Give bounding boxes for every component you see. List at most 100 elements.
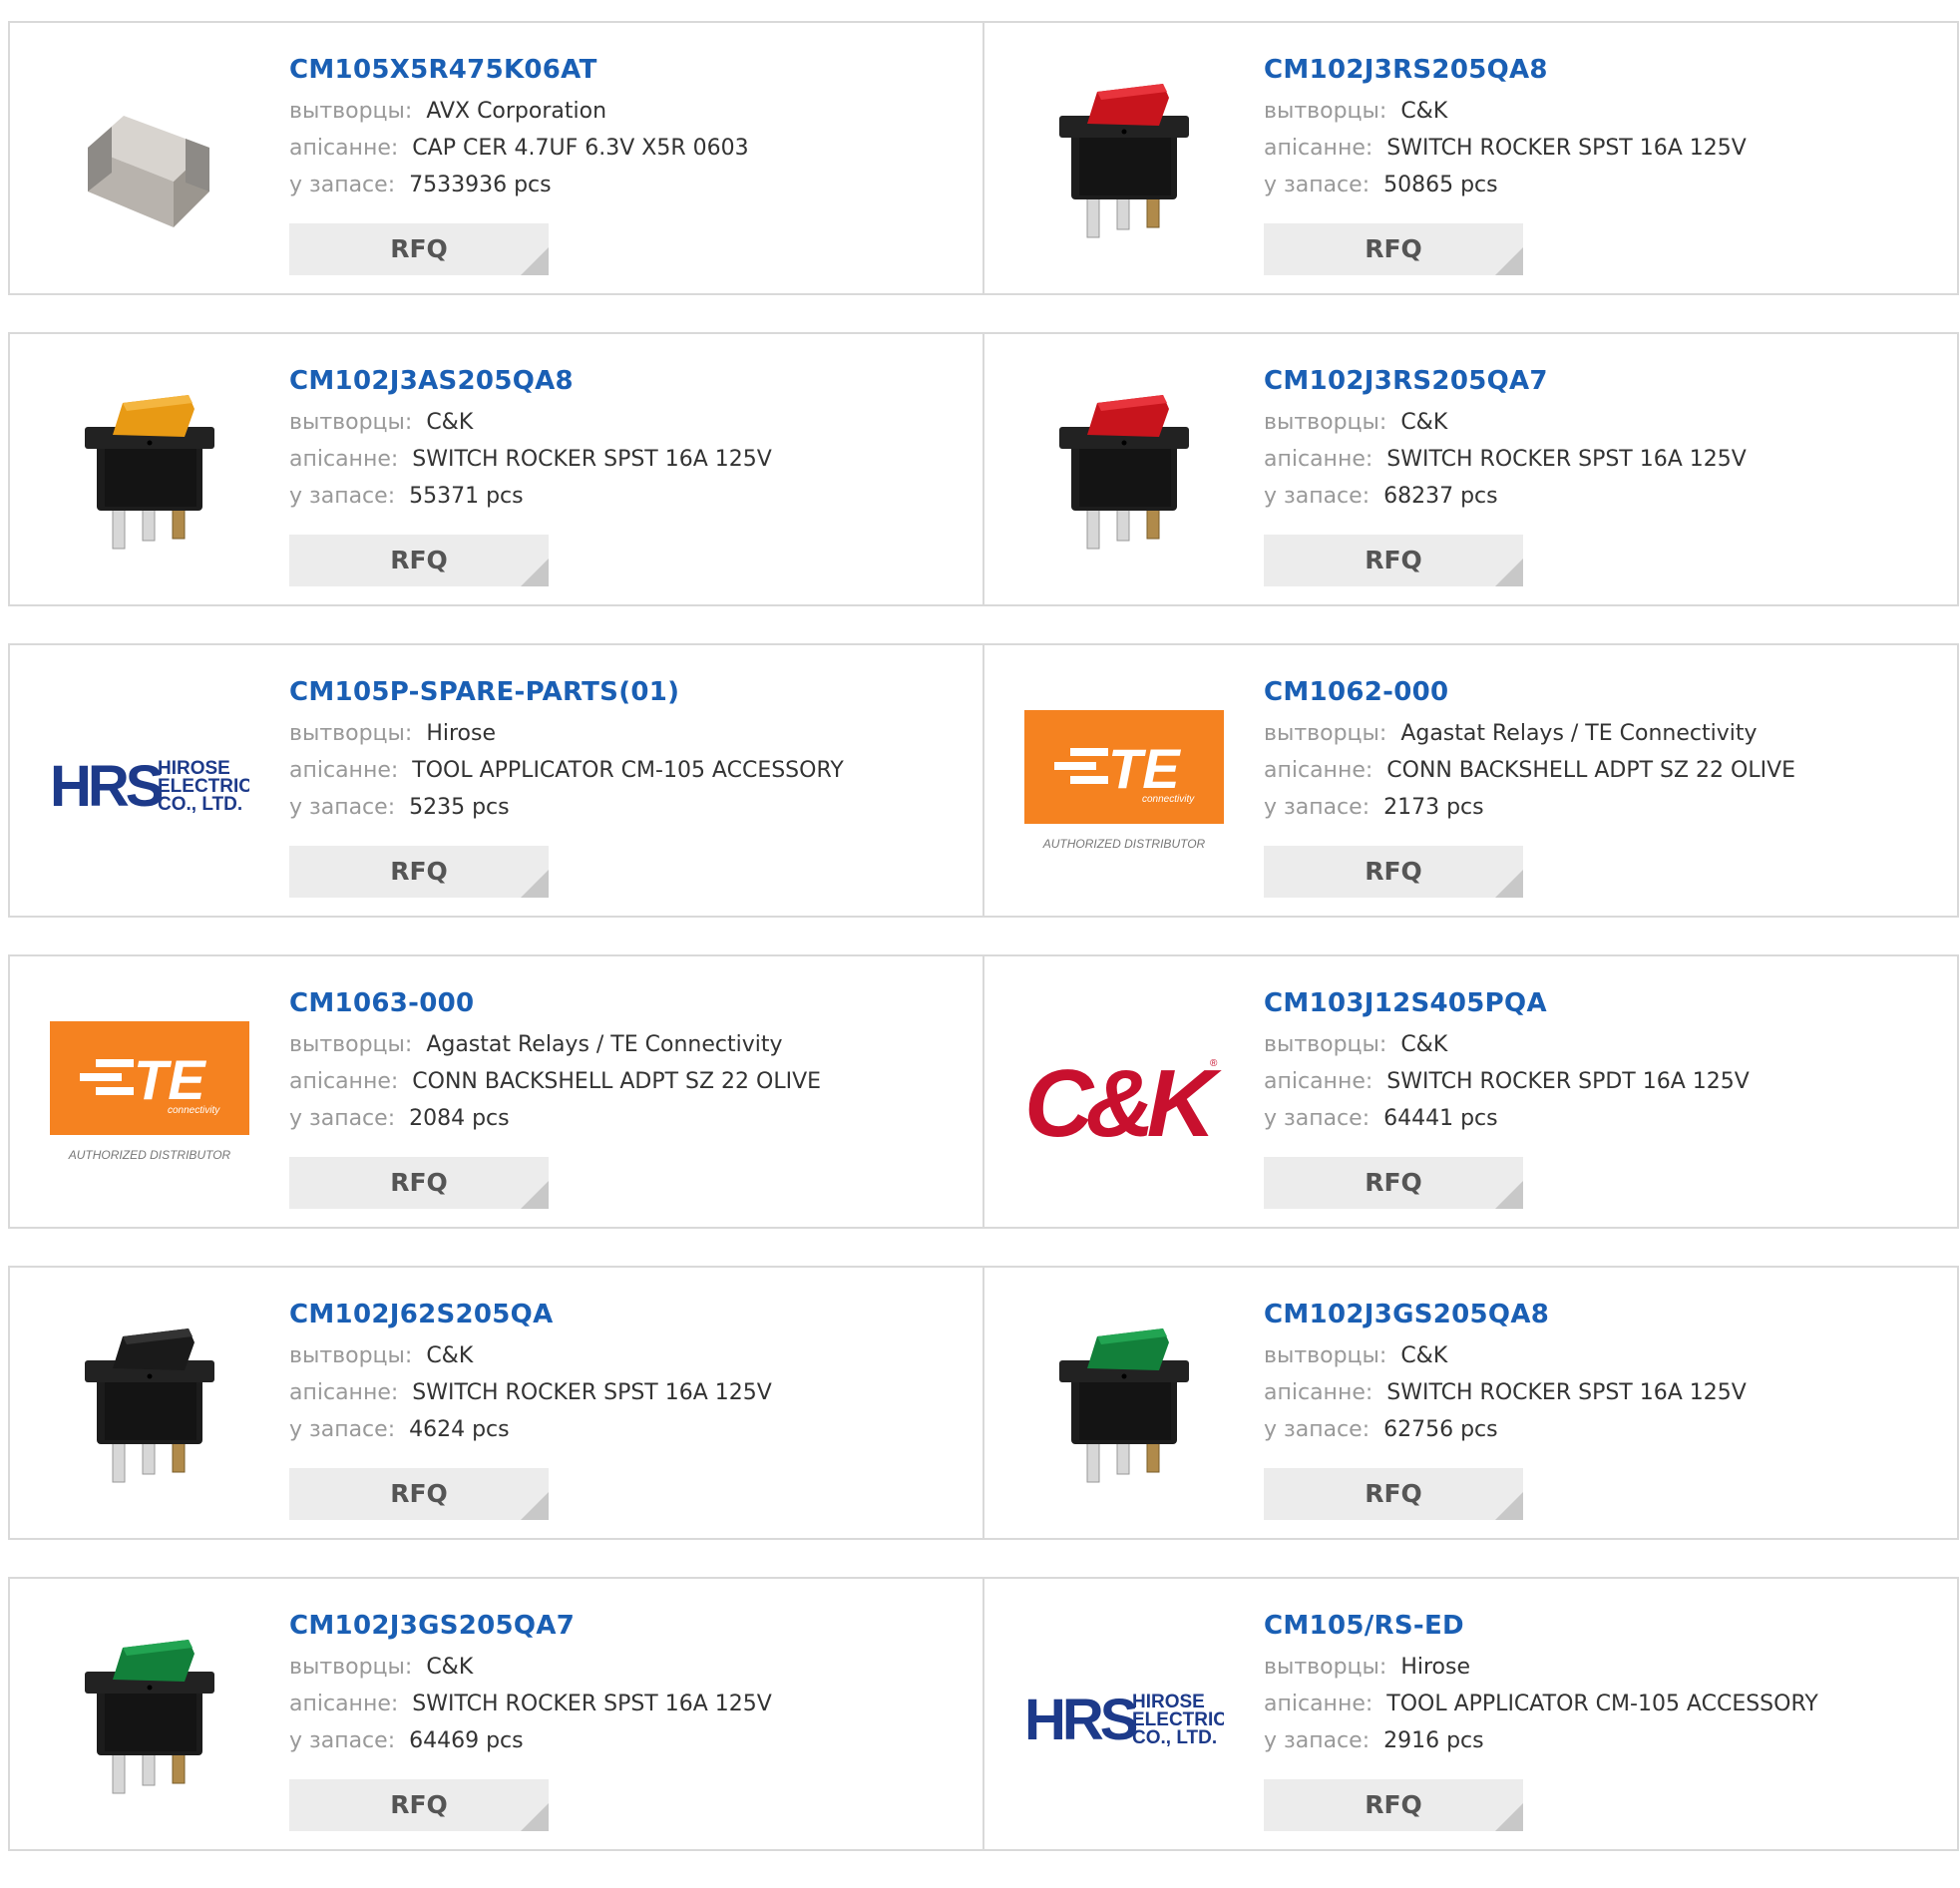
stock-value: 64441 pcs	[1383, 1106, 1498, 1131]
manufacturer-row: вытворцы: Hirose	[1264, 1649, 1947, 1686]
rfq-button[interactable]: RFQ	[289, 846, 549, 898]
stock-label: у запасе:	[1264, 173, 1371, 197]
description-label: апісанне:	[1264, 1069, 1373, 1094]
rfq-button[interactable]: RFQ	[1264, 846, 1523, 898]
black-switch-image[interactable]	[50, 1308, 249, 1507]
product-row: HRS HIROSE ELECTRIC CO., LTD. CM105P-SPARE-…	[8, 643, 1960, 918]
rfq-label: RFQ	[1365, 1168, 1422, 1197]
manufacturer-row: вытворцы: Agastat Relays / TE Connectivit…	[1264, 715, 1947, 752]
part-number-link[interactable]: CM105/RS-ED	[1264, 1609, 1947, 1643]
stock-value: 4624 pcs	[409, 1417, 510, 1442]
rfq-button[interactable]: RFQ	[289, 223, 549, 275]
ck-logo[interactable]: C&K ®	[1024, 996, 1224, 1196]
stock-value: 5235 pcs	[409, 795, 510, 820]
manufacturer-value: AVX Corporation	[426, 99, 607, 124]
part-number-link[interactable]: CM105X5R475K06AT	[289, 53, 973, 87]
stock-label: у запасе:	[1264, 1728, 1371, 1753]
description-value: CONN BACKSHELL ADPT SZ 22 OLIVE	[1386, 758, 1796, 783]
manufacturer-row: вытворцы: C&K	[1264, 404, 1947, 441]
svg-text:AUTHORIZED DISTRIBUTOR: AUTHORIZED DISTRIBUTOR	[1042, 837, 1206, 851]
hirose-logo[interactable]: HRS HIROSE ELECTRIC CO., LTD.	[50, 685, 249, 885]
stock-label: у запасе:	[289, 1728, 396, 1753]
rfq-button[interactable]: RFQ	[289, 535, 549, 586]
manufacturer-label: вытворцы:	[289, 1343, 413, 1368]
amber-switch-image[interactable]	[50, 374, 249, 573]
red-switch-image[interactable]	[1024, 374, 1224, 573]
stock-value: 68237 pcs	[1383, 484, 1498, 509]
rfq-label: RFQ	[390, 1479, 448, 1508]
product-card: CM102J3RS205QA8 вытворцы: C&K апісанне: SW…	[982, 21, 1959, 295]
product-info: CM103J12S405PQA вытворцы: C&K апісанне: SW…	[1264, 986, 1947, 1137]
description-row: апісанне: SWITCH ROCKER SPST 16A 125V	[1264, 1374, 1947, 1411]
stock-value: 62756 pcs	[1383, 1417, 1498, 1442]
stock-row: у запасе: 55371 pcs	[289, 478, 973, 515]
stock-label: у запасе:	[289, 173, 396, 197]
product-info: CM102J3RS205QA8 вытворцы: C&K апісанне: SW…	[1264, 53, 1947, 203]
manufacturer-label: вытворцы:	[289, 410, 413, 435]
description-value: SWITCH ROCKER SPDT 16A 125V	[1386, 1069, 1750, 1094]
manufacturer-value: C&K	[426, 410, 474, 435]
svg-text:connectivity: connectivity	[1142, 794, 1195, 805]
svg-text:TE: TE	[1108, 737, 1181, 800]
part-number-link[interactable]: CM102J3RS205QA8	[1264, 53, 1947, 87]
rfq-button[interactable]: RFQ	[1264, 1157, 1523, 1209]
description-row: апісанне: CAP CER 4.7UF 6.3V X5R 0603	[289, 130, 973, 167]
manufacturer-label: вытворцы:	[289, 721, 413, 746]
part-number-link[interactable]: CM102J3GS205QA8	[1264, 1298, 1947, 1331]
hirose-logo[interactable]: HRS HIROSE ELECTRIC CO., LTD.	[1024, 1619, 1224, 1818]
part-number-link[interactable]: CM102J62S205QA	[289, 1298, 973, 1331]
description-row: апісанне: SWITCH ROCKER SPDT 16A 125V	[1264, 1063, 1947, 1100]
description-value: SWITCH ROCKER SPST 16A 125V	[412, 1380, 772, 1405]
rfq-button[interactable]: RFQ	[289, 1779, 549, 1831]
te-logo[interactable]: TE connectivity AUTHORIZED DISTRIBUTOR	[50, 996, 249, 1196]
capacitor-image[interactable]	[50, 63, 249, 262]
part-number-link[interactable]: CM102J3AS205QA8	[289, 364, 973, 398]
rfq-label: RFQ	[1365, 857, 1422, 886]
rfq-button[interactable]: RFQ	[1264, 1779, 1523, 1831]
part-number-link[interactable]: CM1063-000	[289, 986, 973, 1020]
description-value: SWITCH ROCKER SPST 16A 125V	[1386, 447, 1747, 472]
svg-text:HRS: HRS	[1024, 1688, 1137, 1752]
rfq-button[interactable]: RFQ	[289, 1157, 549, 1209]
description-row: апісанне: SWITCH ROCKER SPST 16A 125V	[289, 1374, 973, 1411]
green-switch-image[interactable]	[50, 1619, 249, 1818]
manufacturer-value: C&K	[1400, 410, 1448, 435]
description-label: апісанне:	[289, 758, 399, 783]
product-card: CM102J3GS205QA8 вытворцы: C&K апісанне: SW…	[982, 1266, 1959, 1540]
product-info: CM102J3GS205QA8 вытворцы: C&K апісанне: SW…	[1264, 1298, 1947, 1448]
product-grid: CM105X5R475K06AT вытворцы: AVX Corporatio…	[8, 21, 1960, 1888]
part-number-link[interactable]: CM102J3GS205QA7	[289, 1609, 973, 1643]
description-label: апісанне:	[289, 1380, 399, 1405]
stock-label: у запасе:	[1264, 484, 1371, 509]
part-number-link[interactable]: CM103J12S405PQA	[1264, 986, 1947, 1020]
stock-label: у запасе:	[289, 484, 396, 509]
rfq-button[interactable]: RFQ	[289, 1468, 549, 1520]
rfq-label: RFQ	[390, 1790, 448, 1819]
stock-value: 55371 pcs	[409, 484, 524, 509]
product-row: CM105X5R475K06AT вытворцы: AVX Corporatio…	[8, 21, 1960, 295]
manufacturer-value: C&K	[1400, 1343, 1448, 1368]
part-number-link[interactable]: CM102J3RS205QA7	[1264, 364, 1947, 398]
product-info: CM105P-SPARE-PARTS(01) вытворцы: Hirose а…	[289, 675, 973, 826]
stock-value: 2173 pcs	[1383, 795, 1484, 820]
rfq-label: RFQ	[1365, 1790, 1422, 1819]
stock-label: у запасе:	[289, 1106, 396, 1131]
part-number-link[interactable]: CM105P-SPARE-PARTS(01)	[289, 675, 973, 709]
product-card: CM105X5R475K06AT вытворцы: AVX Corporatio…	[8, 21, 984, 295]
description-row: апісанне: SWITCH ROCKER SPST 16A 125V	[289, 1686, 973, 1722]
te-logo[interactable]: TE connectivity AUTHORIZED DISTRIBUTOR	[1024, 685, 1224, 885]
rfq-button[interactable]: RFQ	[1264, 1468, 1523, 1520]
rfq-button[interactable]: RFQ	[1264, 535, 1523, 586]
description-value: SWITCH ROCKER SPST 16A 125V	[1386, 136, 1747, 161]
green-switch-image[interactable]	[1024, 1308, 1224, 1507]
part-number-link[interactable]: CM1062-000	[1264, 675, 1947, 709]
product-card: CM102J3RS205QA7 вытворцы: C&K апісанне: SW…	[982, 332, 1959, 606]
manufacturer-value: Hirose	[426, 721, 496, 746]
rfq-button[interactable]: RFQ	[1264, 223, 1523, 275]
red-switch-image[interactable]	[1024, 63, 1224, 262]
manufacturer-row: вытворцы: Hirose	[289, 715, 973, 752]
rfq-label: RFQ	[390, 234, 448, 263]
rfq-label: RFQ	[1365, 546, 1422, 574]
description-value: SWITCH ROCKER SPST 16A 125V	[412, 1692, 772, 1716]
product-card: C&K ® CM103J12S405PQA вытворцы: C&K апісан…	[982, 954, 1959, 1229]
